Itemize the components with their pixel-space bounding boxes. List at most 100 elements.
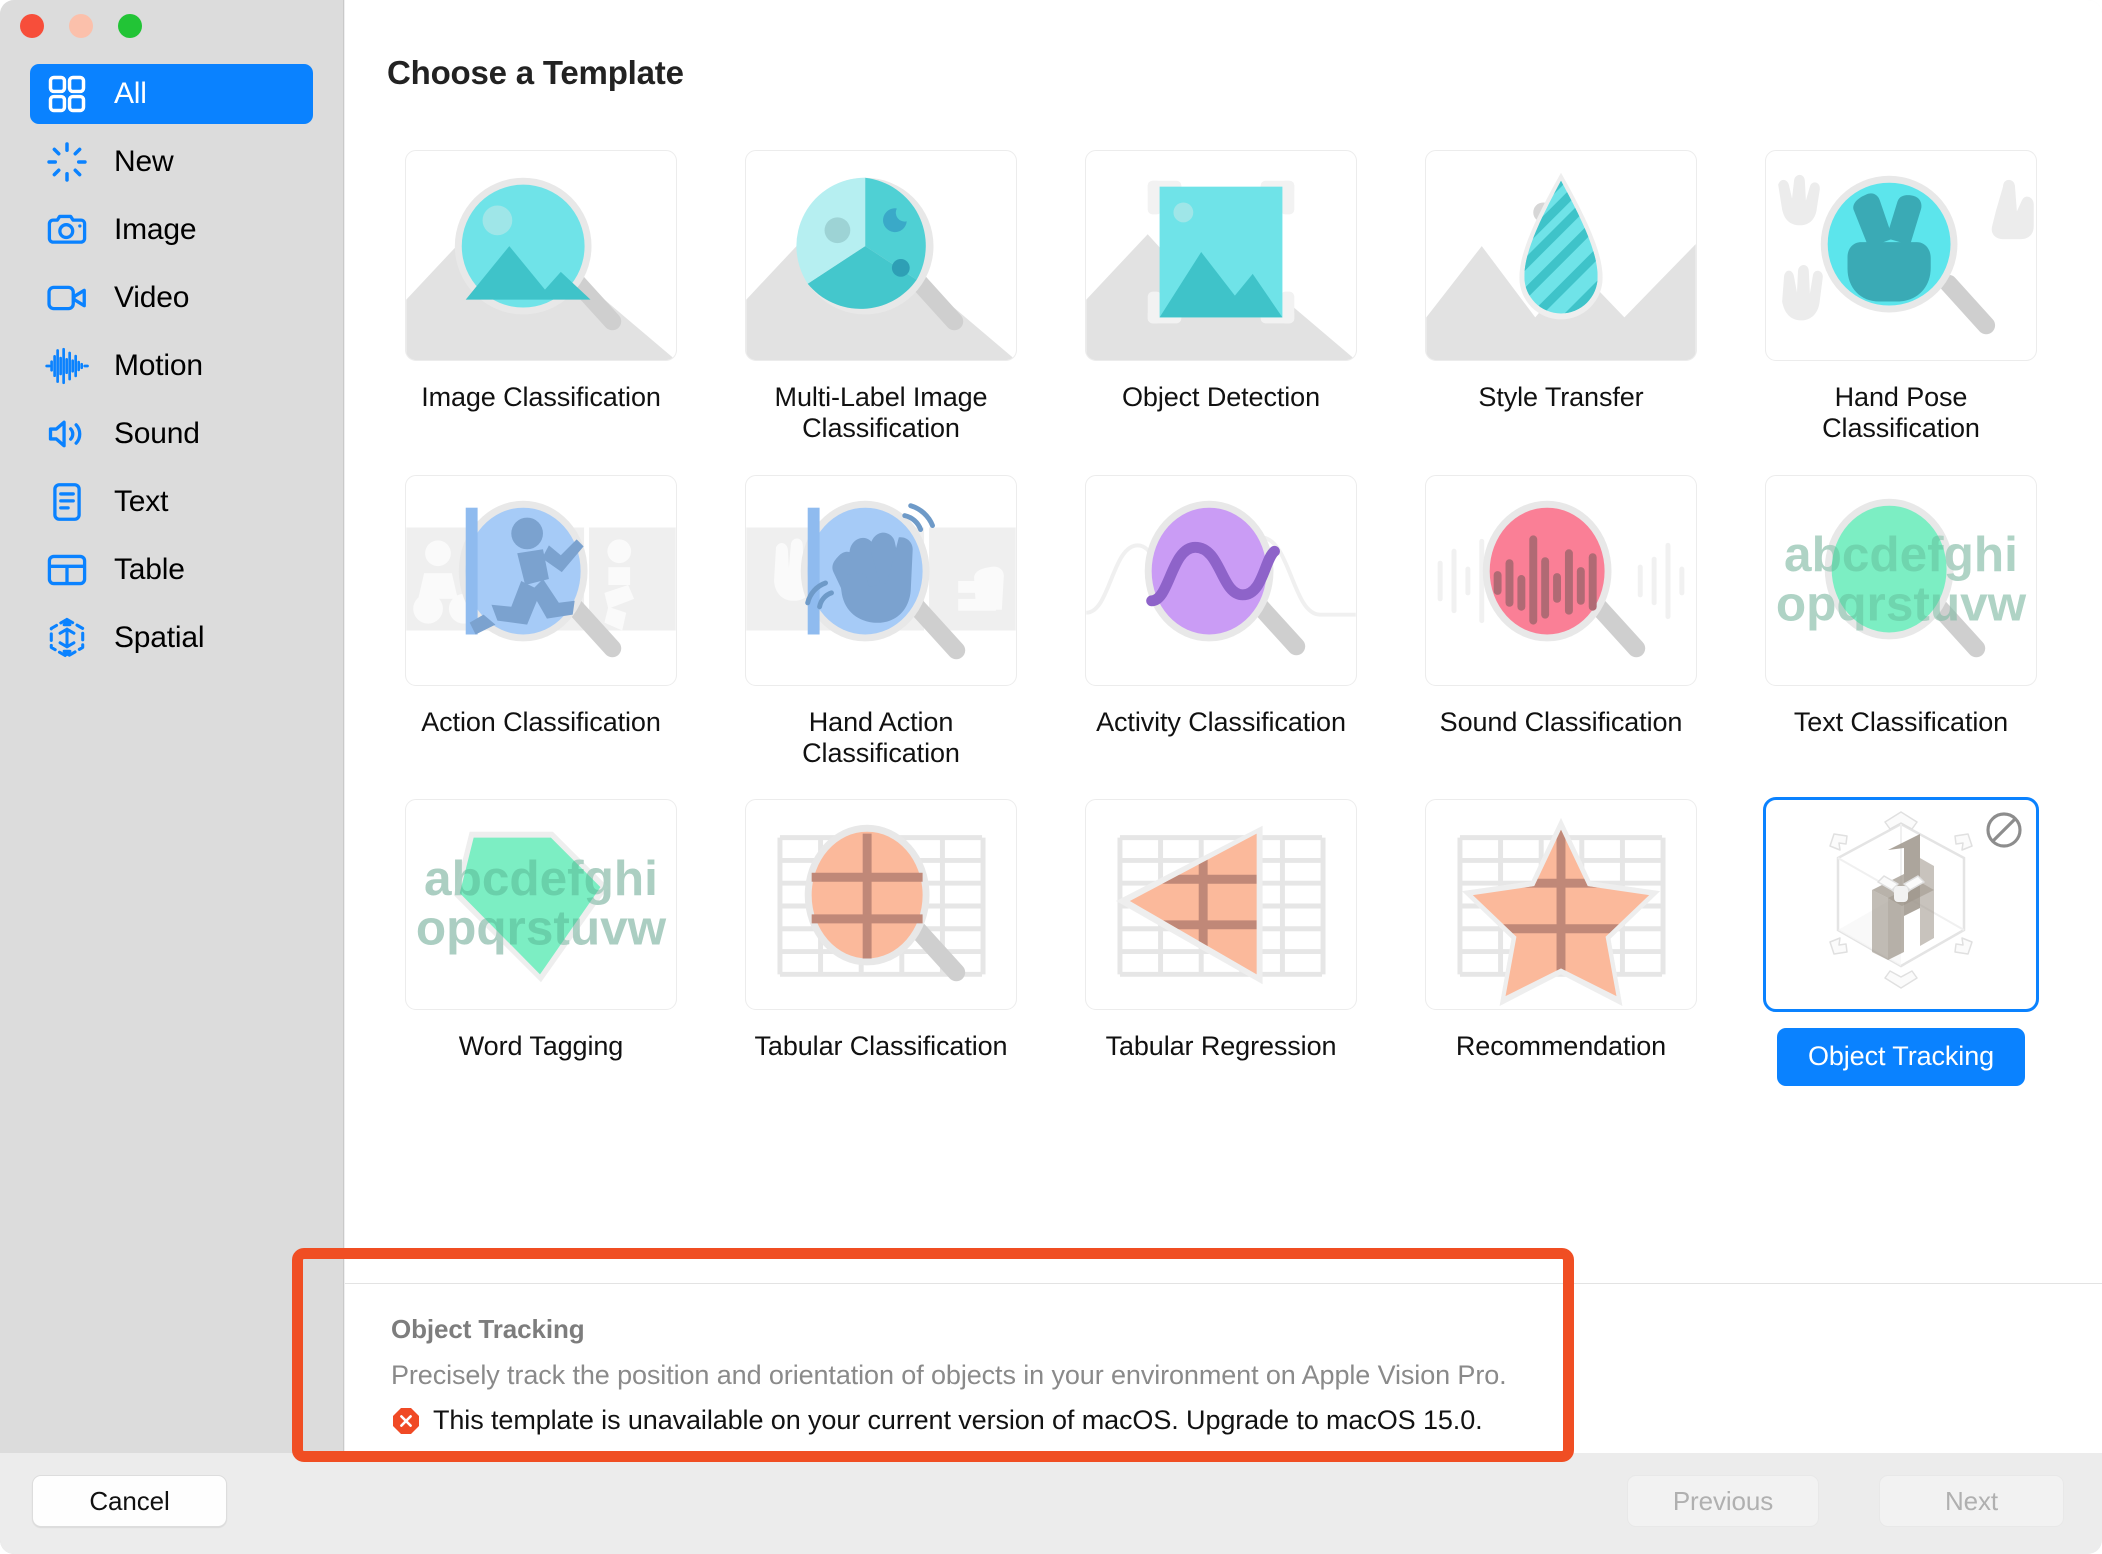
template-label: Action Classification	[421, 706, 661, 737]
recommendation-art	[1426, 800, 1696, 1009]
template-artwork	[1425, 799, 1697, 1011]
waveform-icon	[44, 343, 90, 389]
template-card[interactable]: Multi-Label Image Classification	[711, 148, 1051, 445]
template-thumbnail-multilabel-classification[interactable]	[743, 148, 1019, 363]
template-thumbnail-activity-classification[interactable]	[1083, 473, 1359, 688]
svg-text:abcdefghi: abcdefghi	[1784, 527, 2018, 582]
camera-icon	[44, 207, 90, 253]
error-octagon-icon	[393, 1407, 419, 1434]
template-label: Style Transfer	[1478, 382, 1644, 412]
template-artwork: abcdefghi opqrstuvw abcdefghi opqrstuvw	[405, 799, 677, 1011]
template-label: Word Tagging	[458, 1031, 624, 1062]
template-artwork	[1085, 474, 1357, 686]
style-transfer-art	[1426, 151, 1696, 360]
sidebar-item-label: Sound	[114, 417, 200, 450]
template-thumbnail-object-detection[interactable]	[1083, 148, 1359, 363]
template-thumbnail-hand-pose[interactable]	[1763, 148, 2039, 363]
sidebar-item-text[interactable]: Text	[30, 472, 313, 532]
template-thumbnail-tabular-regression[interactable]	[1083, 797, 1359, 1012]
template-label: Sound Classification	[1439, 706, 1683, 737]
template-label: Tabular Classification	[754, 1031, 1008, 1062]
multilabel-classification-art	[746, 151, 1016, 360]
grid-icon	[44, 71, 90, 117]
sparkle-icon	[44, 139, 90, 185]
template-thumbnail-word-tagging[interactable]: abcdefghi opqrstuvw abcdefghi opqrstuvw	[403, 797, 679, 1012]
sidebar-item-sound[interactable]: Sound	[30, 404, 313, 464]
activity-classification-art	[1086, 476, 1356, 685]
template-card[interactable]: Tabular Classification	[711, 797, 1051, 1085]
template-card[interactable]: Activity Classification	[1051, 473, 1391, 770]
close-button[interactable]	[20, 14, 44, 38]
template-card[interactable]: abcdefghi opqrstuvw abcdefghi opqrstuvw T…	[1731, 473, 2071, 770]
sidebar-item-label: Text	[114, 485, 169, 518]
template-artwork	[1425, 150, 1697, 361]
template-artwork	[745, 799, 1017, 1011]
template-thumbnail-image-classification[interactable]	[403, 148, 679, 363]
object-detection-art	[1086, 151, 1356, 360]
template-card[interactable]: Image Classification	[371, 148, 711, 445]
sidebar-item-label: Table	[114, 553, 185, 586]
template-grid: Image Classification Multi-Label Image C…	[371, 148, 2071, 1086]
sidebar-item-label: Image	[114, 213, 197, 246]
template-artwork	[745, 150, 1017, 361]
svg-text:abcdefghi: abcdefghi	[424, 851, 658, 906]
previous-button[interactable]: Previous	[1627, 1475, 1819, 1527]
template-label: Hand Pose Classification	[1822, 382, 1980, 444]
sidebar-item-all[interactable]: All	[30, 64, 313, 124]
sidebar-item-table[interactable]: Table	[30, 540, 313, 600]
unavailable-icon	[1984, 810, 2024, 850]
template-card[interactable]: Sound Classification	[1391, 473, 1731, 770]
sidebar-item-motion[interactable]: Motion	[30, 336, 313, 396]
template-label: Image Classification	[421, 382, 661, 412]
sidebar-item-label: Spatial	[114, 621, 205, 654]
template-artwork	[1425, 474, 1697, 686]
template-artwork: abcdefghi opqrstuvw abcdefghi opqrstuvw	[1765, 474, 2037, 686]
template-thumbnail-action-classification[interactable]	[403, 473, 679, 688]
template-artwork	[405, 150, 677, 361]
sidebar: All New Image Video Motion Sound Text Ta…	[0, 0, 344, 1554]
template-artwork	[1085, 150, 1357, 361]
minimize-button[interactable]	[69, 14, 93, 38]
template-label: Multi-Label Image Classification	[774, 382, 988, 444]
zoom-button[interactable]	[118, 14, 142, 38]
template-thumbnail-object-tracking[interactable]	[1763, 797, 2039, 1013]
tabular-classification-art	[746, 800, 1016, 1009]
next-button[interactable]: Next	[1879, 1475, 2064, 1527]
image-classification-art	[406, 151, 676, 360]
template-card[interactable]: Style Transfer	[1391, 148, 1731, 445]
template-label: Object Detection	[1122, 382, 1320, 412]
template-card[interactable]: Object Tracking	[1731, 797, 2071, 1086]
template-thumbnail-text-classification[interactable]: abcdefghi opqrstuvw abcdefghi opqrstuvw	[1763, 473, 2039, 688]
template-card[interactable]: Recommendation	[1391, 797, 1731, 1085]
template-card[interactable]: Action Classification	[371, 473, 711, 770]
template-thumbnail-recommendation[interactable]	[1423, 797, 1699, 1012]
template-thumbnail-hand-action[interactable]	[743, 473, 1019, 688]
template-label: Object Tracking	[1777, 1028, 2025, 1086]
template-label: Text Classification	[1793, 706, 2009, 737]
template-artwork	[405, 474, 677, 686]
template-card[interactable]: Tabular Regression	[1051, 797, 1391, 1085]
page-title: Choose a Template	[387, 54, 684, 91]
template-thumbnail-style-transfer[interactable]	[1423, 148, 1699, 363]
sidebar-item-label: All	[114, 77, 147, 110]
word-tagging-art: abcdefghi opqrstuvw abcdefghi opqrstuvw	[406, 800, 676, 1009]
action-classification-art	[406, 476, 676, 685]
sidebar-item-spatial[interactable]: Spatial	[30, 608, 313, 668]
detail-description: Precisely track the position and orienta…	[391, 1360, 1507, 1390]
template-card[interactable]: abcdefghi opqrstuvw abcdefghi opqrstuvw W…	[371, 797, 711, 1085]
template-card[interactable]: Hand Action Classification	[711, 473, 1051, 770]
template-card[interactable]: Hand Pose Classification	[1731, 148, 2071, 445]
sidebar-item-new[interactable]: New	[30, 132, 313, 192]
template-label: Recommendation	[1455, 1031, 1667, 1062]
sidebar-item-video[interactable]: Video	[30, 268, 313, 328]
template-thumbnail-sound-classification[interactable]	[1423, 473, 1699, 688]
svg-text:opqrstuvw: opqrstuvw	[1776, 576, 2027, 631]
sidebar-item-image[interactable]: Image	[30, 200, 313, 260]
template-thumbnail-tabular-classification[interactable]	[743, 797, 1019, 1012]
detail-title: Object Tracking	[391, 1314, 585, 1344]
cancel-button[interactable]: Cancel	[32, 1475, 227, 1527]
detail-warning: This template is unavailable on your cur…	[391, 1405, 2056, 1436]
cube-icon	[44, 615, 90, 661]
video-icon	[44, 275, 90, 321]
template-card[interactable]: Object Detection	[1051, 148, 1391, 445]
